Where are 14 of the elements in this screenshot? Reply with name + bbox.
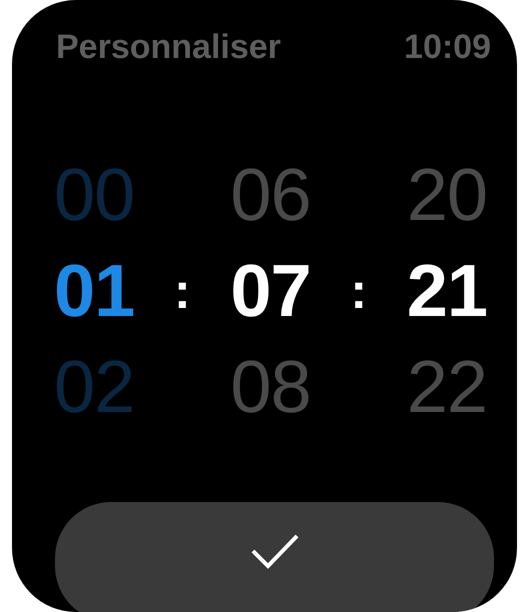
check-icon [250, 532, 300, 570]
selected-value[interactable]: 21 [406, 249, 487, 333]
screen-title: Personnaliser [56, 28, 281, 67]
value-option[interactable]: 08 [230, 345, 311, 429]
colon-separator: : [174, 262, 191, 321]
selected-value[interactable]: 01 [54, 249, 134, 333]
value-option[interactable]: 02 [54, 345, 134, 429]
value-option[interactable]: 20 [406, 153, 487, 237]
selected-value[interactable]: 07 [230, 249, 311, 333]
value-option[interactable]: 22 [406, 345, 487, 429]
value-option[interactable]: 00 [54, 153, 134, 237]
colon-separator: : [350, 262, 367, 321]
value-option[interactable]: 06 [230, 153, 311, 237]
clock-time: 10:09 [404, 28, 491, 67]
